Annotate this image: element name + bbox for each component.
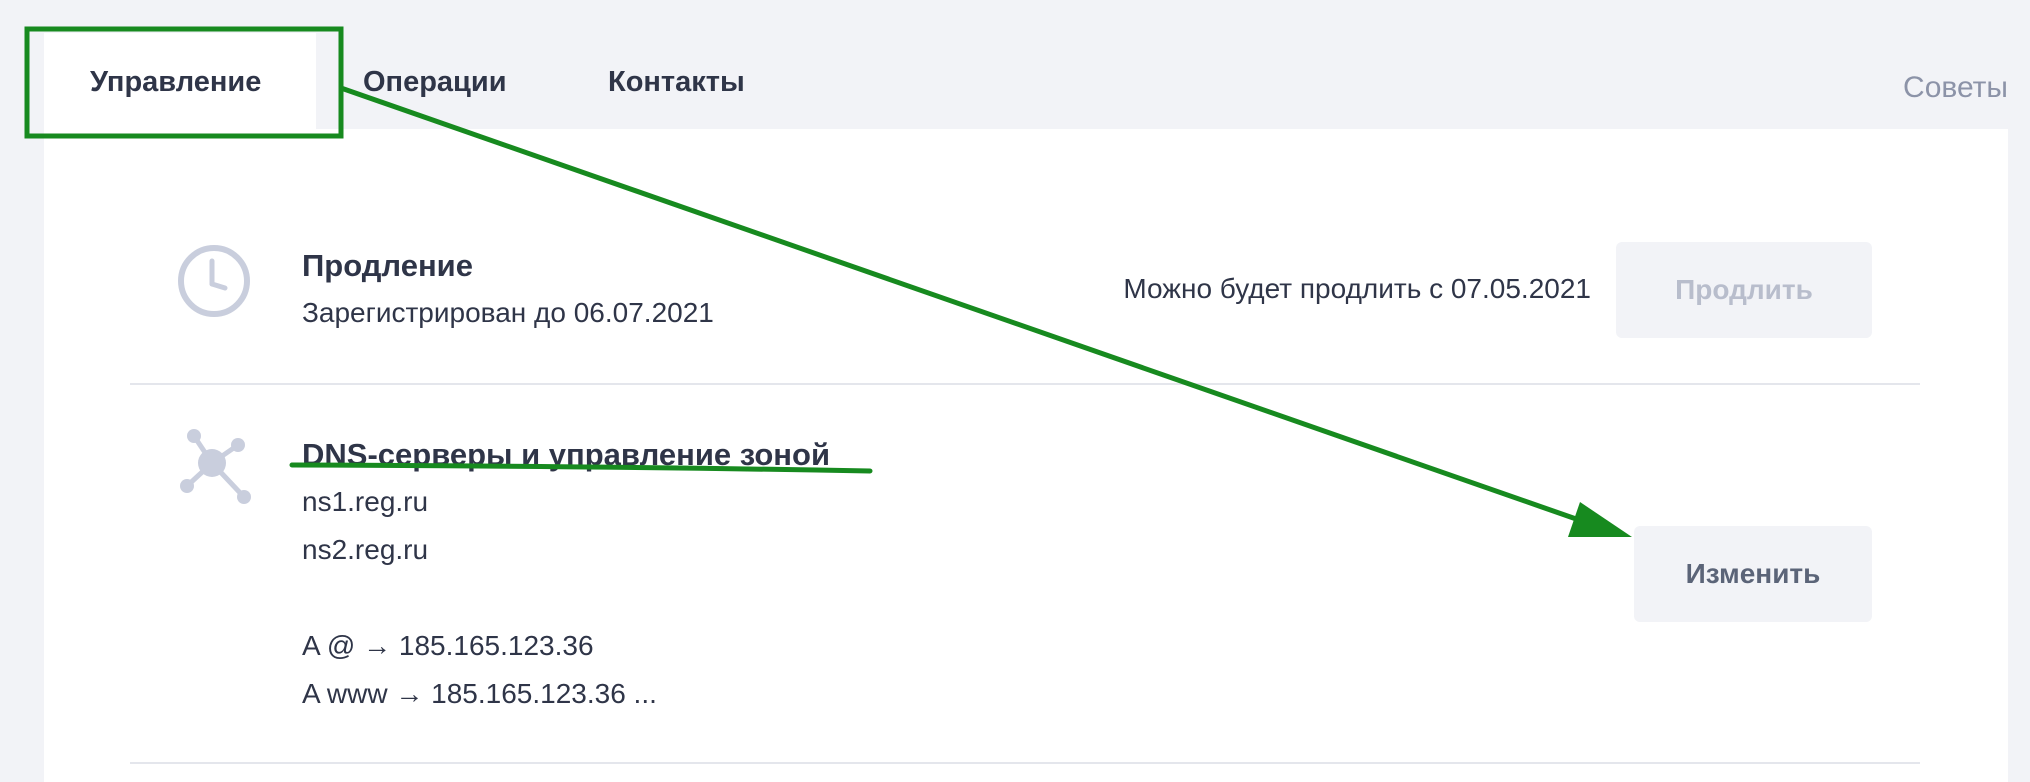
section-divider (130, 383, 1920, 385)
tab-management[interactable]: Управление (90, 62, 261, 102)
change-dns-button[interactable]: Изменить (1634, 526, 1872, 622)
dns-record-item: A www → 185.165.123.36 ... (302, 678, 657, 709)
tab-operations[interactable]: Операции (363, 62, 507, 102)
registered-until-text: Зарегистрирован до 06.07.2021 (302, 297, 714, 328)
dns-title: DNS-серверы и управление зоной (302, 437, 831, 472)
dns-record-item: A @ → 185.165.123.36 (302, 630, 594, 661)
renew-availability-note: Можно будет продлить с 07.05.2021 (1123, 273, 1591, 304)
tips-link[interactable]: Советы (1903, 68, 2008, 108)
renew-button[interactable]: Продлить (1616, 242, 1872, 338)
tab-contacts[interactable]: Контакты (608, 62, 745, 102)
domain-management-page: Управление Операции Контакты Советы Прод… (0, 0, 2030, 782)
ns-server-item: ns2.reg.ru (302, 534, 429, 565)
clock-icon (178, 245, 250, 317)
renewal-title: Продление (302, 248, 473, 283)
network-nodes-icon (180, 429, 251, 504)
section-divider (130, 762, 1920, 764)
ns-server-item: ns1.reg.ru (302, 486, 429, 517)
